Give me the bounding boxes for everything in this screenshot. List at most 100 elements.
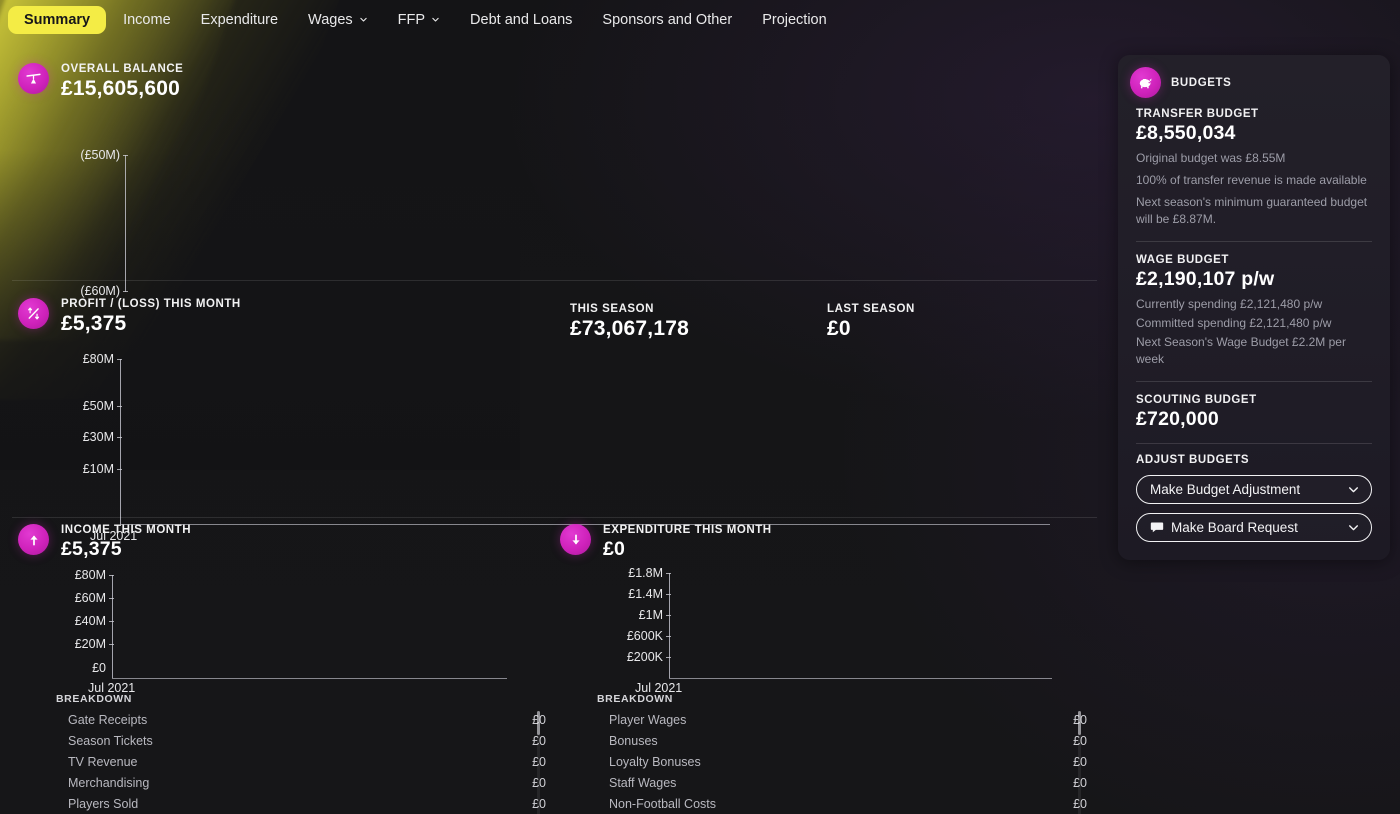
panel-divider <box>1136 443 1372 444</box>
dropdown-label: Make Board Request <box>1171 520 1298 535</box>
dropdown-label-wrap: Make Board Request <box>1150 520 1347 535</box>
transfer-note: 100% of transfer revenue is made availab… <box>1136 173 1367 187</box>
chevron-down-icon <box>359 15 368 24</box>
chart-ytick-label: £1.4M <box>628 587 663 601</box>
breakdown-row-label: Bonuses <box>609 733 658 748</box>
breakdown-row-label: Staff Wages <box>609 775 677 790</box>
income-breakdown-label: BREAKDOWN <box>56 693 132 705</box>
transfer-note: Next season's minimum guaranteed budget … <box>1136 195 1368 226</box>
breakdown-row-label: Merchandising <box>68 775 150 790</box>
profit-loss-chart: £80M £50M £30M £10M Jul 2021 <box>0 348 1100 543</box>
make-budget-adjustment-dropdown[interactable]: Make Budget Adjustment <box>1136 475 1372 504</box>
wage-budget-label: WAGE BUDGET <box>1136 254 1229 266</box>
tab-income[interactable]: Income <box>110 6 184 34</box>
tab-label: Projection <box>762 12 827 28</box>
breakdown-row[interactable]: Season Tickets £0 <box>56 730 546 751</box>
breakdown-row[interactable]: Staff Wages £0 <box>597 772 1087 793</box>
tab-label: Expenditure <box>200 12 279 28</box>
chart-ytick-label: £80M <box>74 568 106 582</box>
chart-ytick-label: £50M <box>82 399 114 413</box>
last-season-block: LAST SEASON £0 <box>827 303 915 341</box>
tab-wages[interactable]: Wages <box>295 6 381 34</box>
budgets-panel: BUDGETS TRANSFER BUDGET £8,550,034 Origi… <box>1118 55 1390 560</box>
chart-y-axis <box>669 573 670 678</box>
tab-summary[interactable]: Summary <box>8 6 107 34</box>
breakdown-row-label: Season Tickets <box>68 733 153 748</box>
tab-label: Income <box>123 12 171 28</box>
chart-ytick-label: £200K <box>626 650 663 664</box>
income-section: INCOME THIS MONTH £5,375 <box>18 524 191 561</box>
expenditure-breakdown: BREAKDOWN Player Wages£0Bonuses£0Loyalty… <box>597 693 1087 814</box>
finance-summary-screen: Summary Income Expenditure Wages FFP Debt and… <box>0 0 1400 814</box>
income-value: £5,375 <box>61 538 122 560</box>
budgets-title: BUDGETS <box>1171 76 1232 89</box>
breakdown-row[interactable]: Gate Receipts£0 <box>56 709 546 730</box>
wage-note: Committed spending £2,121,480 p/w <box>1136 316 1332 330</box>
chart-ytick-label: £600K <box>626 629 663 643</box>
transfer-budget-value: £8,550,034 <box>1136 122 1236 144</box>
arrow-up-icon <box>18 524 49 555</box>
transfer-budget-label: TRANSFER BUDGET <box>1136 108 1259 120</box>
breakdown-row-label: Loyalty Bonuses <box>609 754 701 769</box>
scouting-budget-value: £720,000 <box>1136 408 1219 430</box>
tab-label: Sponsors and Other <box>602 12 733 28</box>
chart-x-axis <box>669 678 1052 679</box>
breakdown-row[interactable]: Player Wages£0 <box>597 709 1087 730</box>
tab-label: Summary <box>24 12 91 28</box>
breakdown-row-label: TV Revenue <box>68 754 138 769</box>
profit-loss-title: PROFIT / (LOSS) THIS MONTH <box>61 298 241 310</box>
breakdown-row[interactable]: TV Revenue £0 <box>56 751 546 772</box>
breakdown-row-label: Player Wages <box>609 712 687 727</box>
tab-projection[interactable]: Projection <box>749 6 839 34</box>
speech-bubble-icon <box>1150 521 1164 534</box>
expenditure-breakdown-label: BREAKDOWN <box>597 693 673 705</box>
make-board-request-dropdown[interactable]: Make Board Request <box>1136 513 1372 542</box>
tab-label: FFP <box>397 12 426 28</box>
chart-y-axis <box>112 575 113 678</box>
panel-divider <box>1136 381 1372 382</box>
chart-ytick-label: £1M <box>638 608 663 622</box>
tab-debt-and-loans[interactable]: Debt and Loans <box>457 6 585 34</box>
tab-ffp[interactable]: FFP <box>385 6 453 34</box>
chart-ytick-label: £0 <box>92 661 106 675</box>
last-season-value: £0 <box>827 317 851 340</box>
income-chart: £80M £60M £40M £20M £0 Jul 2021 <box>0 568 545 695</box>
breakdown-row[interactable]: Merchandising £0 <box>56 772 546 793</box>
adjust-budgets-label: ADJUST BUDGETS <box>1136 454 1250 466</box>
breakdown-row-label: Gate Receipts <box>68 712 148 727</box>
tab-label: Wages <box>308 12 353 28</box>
wage-note: Next Season's Wage Budget £2.2M per week <box>1136 335 1346 366</box>
last-season-label: LAST SEASON <box>827 303 915 315</box>
expenditure-title: EXPENDITURE THIS MONTH <box>603 524 772 536</box>
chart-ytick-label: (£50M) <box>80 148 120 162</box>
section-divider <box>12 280 1097 281</box>
chart-ytick-label: £80M <box>82 352 114 366</box>
chart-ytick-label: £10M <box>82 462 114 476</box>
this-season-block: THIS SEASON £73,067,178 <box>570 303 689 341</box>
breakdown-row[interactable]: Players Sold £0 <box>56 793 546 814</box>
breakdown-row[interactable]: Bonuses £0 <box>597 730 1087 751</box>
income-title: INCOME THIS MONTH <box>61 524 192 536</box>
breakdown-row[interactable]: Loyalty Bonuses £0 <box>597 751 1087 772</box>
chart-ytick-label: £30M <box>82 430 114 444</box>
breakdown-row[interactable]: Non-Football Costs £0 <box>597 793 1087 814</box>
chart-ytick-label: £40M <box>74 614 106 628</box>
expenditure-value: £0 <box>603 538 626 560</box>
section-divider <box>12 517 1097 518</box>
income-breakdown-scroll-thumb[interactable] <box>537 711 540 735</box>
panel-divider <box>1136 241 1372 242</box>
chart-ytick-label: £20M <box>74 637 106 651</box>
tab-expenditure[interactable]: Expenditure <box>188 6 291 34</box>
chart-x-axis <box>112 678 507 679</box>
expenditure-section: EXPENDITURE THIS MONTH £0 <box>560 524 772 561</box>
chevron-down-icon <box>1347 483 1360 496</box>
expenditure-breakdown-scroll-thumb[interactable] <box>1078 711 1081 735</box>
finance-tab-bar: Summary Income Expenditure Wages FFP Debt and… <box>0 0 1400 40</box>
overall-balance-title: OVERALL BALANCE <box>61 63 184 75</box>
transfer-note: Original budget was £8.55M <box>1136 151 1286 165</box>
income-breakdown: BREAKDOWN Gate Receipts£0Season Tickets£… <box>56 693 546 814</box>
tab-sponsors-and-other[interactable]: Sponsors and Other <box>589 6 745 34</box>
chart-y-axis <box>120 359 121 524</box>
profit-loss-section: PROFIT / (LOSS) THIS MONTH £5,375 <box>18 298 241 336</box>
wage-note: Currently spending £2,121,480 p/w <box>1136 297 1323 311</box>
